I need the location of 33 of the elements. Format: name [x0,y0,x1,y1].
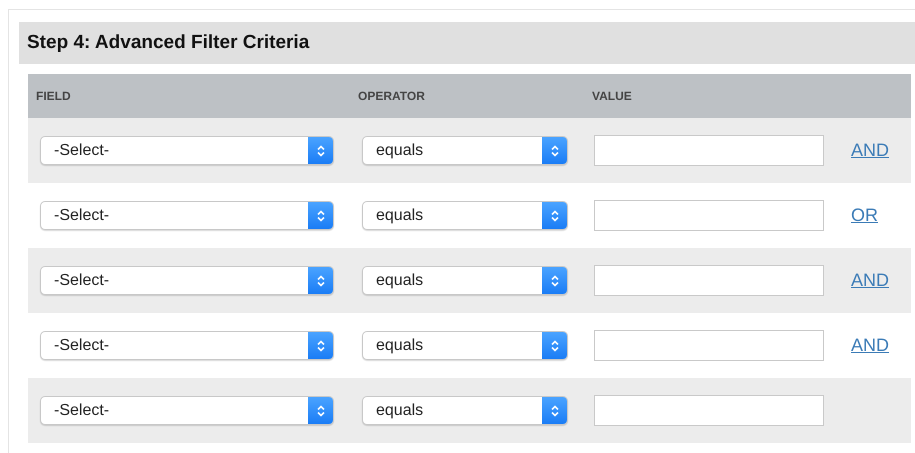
stepper-icon [308,397,333,424]
stepper-icon [542,267,567,294]
field-select[interactable]: -Select- [40,266,334,295]
value-field[interactable] [594,330,824,361]
stepper-icon [308,332,333,359]
stepper-icon [542,202,567,229]
field-select[interactable]: -Select- [40,136,334,165]
value-field[interactable] [594,395,824,426]
operator-select[interactable]: equals [362,266,568,295]
column-header: FIELD [36,89,72,103]
stepper-icon [542,137,567,164]
connector-link[interactable]: OR [851,205,878,226]
column-header: OPERATOR [358,89,426,103]
connector-link[interactable]: AND [851,140,890,161]
value-field[interactable] [594,200,824,231]
value-field[interactable] [594,135,824,166]
stepper-icon [308,267,333,294]
stepper-icon [308,202,333,229]
section-title: Step 4: Advanced Filter Criteria [27,32,310,54]
value-field[interactable] [594,265,824,296]
operator-select[interactable]: equals [362,396,568,425]
stepper-icon [542,332,567,359]
operator-select[interactable]: equals [362,201,568,230]
stepper-icon [542,397,567,424]
field-select[interactable]: -Select- [40,396,334,425]
connector-link[interactable]: AND [851,270,890,291]
column-header: VALUE [592,89,632,103]
operator-select[interactable]: equals [362,331,568,360]
stepper-icon [308,137,333,164]
field-select[interactable]: -Select- [40,331,334,360]
connector-link[interactable]: AND [851,335,890,356]
operator-select[interactable]: equals [362,136,568,165]
field-select[interactable]: -Select- [40,201,334,230]
